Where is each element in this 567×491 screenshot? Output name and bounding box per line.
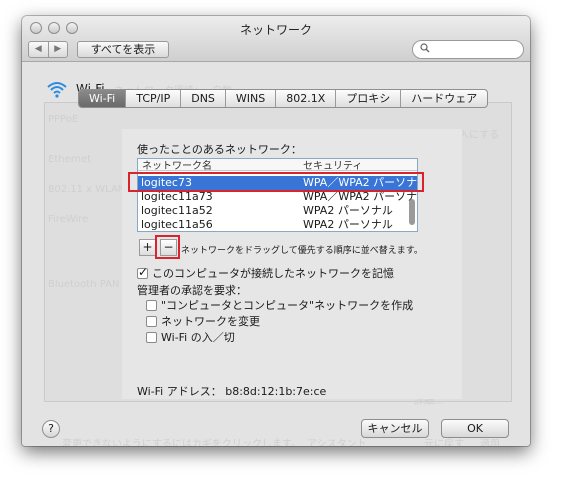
back-button[interactable]: ◀	[29, 42, 49, 57]
tab-wins[interactable]: WINS	[226, 90, 277, 107]
tab-bar: Wi-Fi TCP/IP DNS WINS 802.1X プロキシ ハードウェア	[78, 89, 489, 108]
window-title: ネットワーク	[239, 23, 312, 37]
forward-button[interactable]: ▶	[49, 42, 68, 57]
wifi-address: Wi-Fi アドレス： b8:8d:12:1b:7e:ce	[137, 383, 326, 399]
change-network-option[interactable]: ネットワークを変更	[146, 313, 260, 329]
tab-tcpip[interactable]: TCP/IP	[126, 90, 182, 107]
network-security: WPA／WPA2 パーソナ	[303, 190, 418, 203]
service-list-item: 802.11 x WLAN	[48, 184, 126, 195]
drag-hint: ネットワークをドラッグして優先する順序に並べ替えます。	[181, 246, 423, 256]
change-network-checkbox[interactable]	[146, 315, 157, 327]
title-bar: ネットワーク ◀ ▶ すべてを表示	[22, 16, 530, 62]
search-input[interactable]	[412, 40, 524, 59]
tab-8021x[interactable]: 802.1X	[276, 90, 337, 107]
tab-wifi[interactable]: Wi-Fi	[79, 90, 127, 107]
show-all-button[interactable]: すべてを表示	[77, 41, 169, 58]
column-header-security[interactable]: セキュリティ	[303, 159, 362, 172]
computer-to-computer-option[interactable]: "コンピュータとコンピュータ"ネットワークを作成	[146, 297, 413, 313]
remember-networks-option[interactable]: このコンピュータが接続したネットワークを記憶	[137, 265, 394, 281]
highlight-remove-button	[155, 235, 180, 259]
service-list-item: FireWire	[48, 214, 89, 225]
ok-button[interactable]: OK	[441, 419, 509, 438]
computer-to-computer-label: "コンピュータとコンピュータ"ネットワークを作成	[161, 299, 414, 312]
tab-proxies[interactable]: プロキシ	[336, 90, 402, 107]
search-icon	[420, 43, 430, 56]
wifi-address-value: b8:8d:12:1b:7e:ce	[225, 385, 327, 398]
preferred-networks-heading: 使ったことのあるネットワーク：	[137, 143, 302, 156]
tab-dns[interactable]: DNS	[181, 90, 226, 107]
service-list-item: PPPoE	[48, 114, 79, 125]
table-row[interactable]: logitec11a52 WPA2 パーソナル	[138, 204, 417, 218]
highlight-selected-row	[128, 172, 424, 192]
remember-networks-checkbox[interactable]	[137, 265, 148, 279]
nav-buttons: ◀ ▶	[28, 41, 68, 58]
wifi-toggle-checkbox[interactable]	[146, 331, 157, 343]
table-scrollbar[interactable]	[409, 199, 415, 225]
preferred-networks-table[interactable]: ネットワーク名 セキュリティ logitec73 WPA／WPA2 パーソナ l…	[137, 158, 418, 232]
lock-hint: 変更できないようにするにはカギをクリックします。	[62, 439, 301, 446]
network-security: WPA2 パーソナル	[303, 204, 393, 217]
table-row[interactable]: logitec11a56 WPA2 パーソナル	[138, 218, 417, 231]
wifi-toggle-option[interactable]: Wi-Fi の入／切	[146, 329, 235, 345]
network-name: logitec11a56	[141, 218, 213, 231]
help-button[interactable]: ?	[42, 420, 60, 438]
assistant-button: アシスタント	[307, 439, 367, 446]
wifi-icon	[47, 82, 67, 98]
tab-hardware[interactable]: ハードウェア	[401, 90, 487, 107]
network-name: logitec11a73	[141, 190, 213, 203]
service-list-item: Bluetooth PAN	[48, 279, 120, 290]
remember-networks-label: このコンピュータが接続したネットワークを記憶	[152, 267, 394, 280]
network-security: WPA2 パーソナル	[303, 218, 393, 231]
add-network-button[interactable]: +	[139, 239, 156, 256]
column-header-network-name[interactable]: ネットワーク名	[142, 159, 212, 172]
cancel-button[interactable]: キャンセル	[361, 419, 429, 438]
computer-to-computer-checkbox[interactable]	[146, 299, 157, 311]
wifi-toggle-label: Wi-Fi の入／切	[161, 331, 235, 344]
wifi-address-label: Wi-Fi アドレス：	[137, 385, 222, 398]
table-header: ネットワーク名 セキュリティ	[138, 159, 417, 172]
network-name: logitec11a52	[141, 204, 213, 217]
service-list-item: Ethernet	[48, 154, 92, 165]
change-network-label: ネットワークを変更	[161, 315, 260, 328]
admin-heading: 管理者の承認を要求：	[137, 284, 247, 297]
table-row[interactable]: logitec11a73 WPA／WPA2 パーソナ	[138, 190, 417, 204]
